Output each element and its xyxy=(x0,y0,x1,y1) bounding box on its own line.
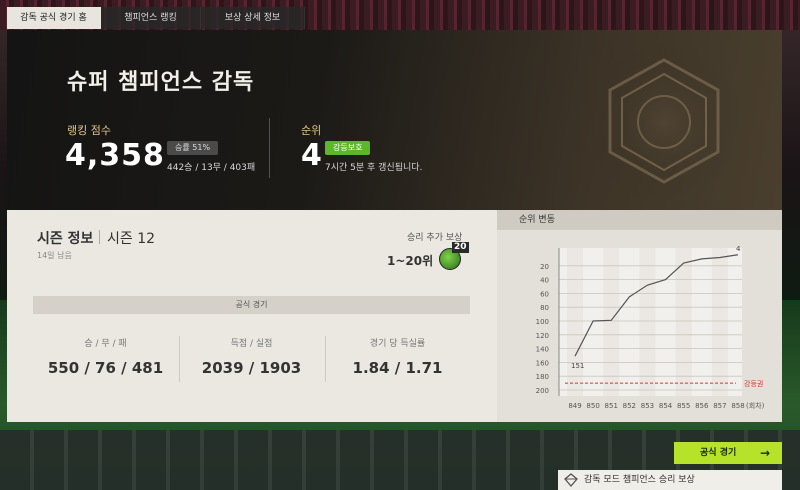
chart-column-band xyxy=(711,248,728,396)
tab-champions-ranking[interactable]: 챔피언스 랭킹 xyxy=(101,7,201,29)
chart-y-tick-label: 80 xyxy=(540,304,549,312)
rank-value: 4 xyxy=(301,138,323,173)
manager-win-reward-link[interactable]: 감독 모드 챔피언스 승리 보상 xyxy=(558,470,782,490)
official-match-button-label: 공식 경기 xyxy=(700,448,737,458)
season-info-title: 시즌 정보 xyxy=(37,231,94,247)
chart-column-band xyxy=(567,248,583,396)
chart-relegation-label: 강등권 xyxy=(744,379,763,388)
chart-y-tick-label: 60 xyxy=(540,290,549,298)
hero-divider xyxy=(269,118,270,178)
rank-change-chart: 20 40 60 80 100 120 140 160 180 200 강등권 849 850 851 85… xyxy=(536,245,765,410)
hero-banner: 슈퍼 챔피언스 감독 랭킹 점수 4,358 승률 51% 442승 / 13무… xyxy=(7,30,782,210)
season-title-divider xyxy=(99,230,100,244)
chart-y-tick-label: 200 xyxy=(536,387,549,395)
chart-x-tick-label: 853 xyxy=(641,402,654,410)
chart-y-tick-label: 20 xyxy=(540,263,549,271)
stat-label: 승 / 무 / 패 xyxy=(84,339,127,349)
rank-label: 순위 xyxy=(301,124,322,137)
chart-x-tick-label: 849 xyxy=(568,402,581,410)
chart-column-band xyxy=(675,248,692,396)
ranking-score-value: 4,358 xyxy=(65,138,165,173)
record-text: 442승 / 13무 / 403패 xyxy=(167,163,256,173)
update-countdown-text: 7시간 5분 후 갱신됩니다. xyxy=(325,163,423,173)
division-title: 슈퍼 챔피언스 감독 xyxy=(67,70,255,95)
chart-x-tick-label: 857 xyxy=(713,402,726,410)
chart-x-tick-label: 854 xyxy=(659,402,673,410)
chart-last-value-label: 4 xyxy=(736,245,741,253)
chart-y-tick-label: 40 xyxy=(540,277,549,285)
tab-reward-details[interactable]: 보상 상세 정보 xyxy=(201,7,305,29)
stat-label: 득점 / 실점 xyxy=(230,339,273,349)
chart-x-tick-label: 852 xyxy=(623,402,636,410)
stat-label: 경기 당 득실률 xyxy=(369,339,426,349)
stat-win-draw-loss: 승 / 무 / 패 550 / 76 / 481 xyxy=(33,336,178,377)
season-name: 시즌 12 xyxy=(107,231,156,247)
chart-x-tick-label: 858 xyxy=(731,402,744,410)
manager-win-reward-label: 감독 모드 챔피언스 승리 보상 xyxy=(584,475,695,485)
stat-value: 550 / 76 / 481 xyxy=(47,359,164,377)
chart-x-tick-label: 850 xyxy=(586,402,599,410)
stat-value: 1.84 / 1.71 xyxy=(352,359,443,377)
season-info-panel: 시즌 정보 시즌 12 14일 남음 승리 추가 보상 1~20위 20 공식 … xyxy=(7,210,497,422)
chart-x-tick-label: 855 xyxy=(677,402,690,410)
season-days-left: 14일 남음 xyxy=(37,251,72,260)
chart-y-tick-label: 120 xyxy=(536,332,549,340)
chart-first-value-label: 151 xyxy=(571,362,584,370)
chart-x-unit-label: (회차) xyxy=(746,401,765,410)
rank-change-title: 순위 변동 xyxy=(497,210,782,230)
rank-change-panel: 순위 변동 20 40 60 80 100 120 140 160 180 200 강등권 849 85… xyxy=(497,210,782,422)
ranking-score-label: 랭킹 점수 xyxy=(67,124,111,137)
win-rate-badge: 승률 51% xyxy=(167,141,219,155)
chart-y-tick-label: 100 xyxy=(536,318,549,326)
tab-manager-home[interactable]: 감독 공식 경기 홈 xyxy=(7,7,101,29)
chart-y-tick-label: 160 xyxy=(536,359,549,367)
tab-bar: 감독 공식 경기 홈 챔피언스 랭킹 보상 상세 정보 xyxy=(7,7,305,29)
chart-x-tick-label: 856 xyxy=(695,402,709,410)
chart-column-band xyxy=(639,248,656,396)
relegation-protection-badge: 강등보호 xyxy=(325,141,371,155)
stat-goals: 득점 / 실점 2039 / 1903 xyxy=(179,336,324,377)
chart-x-tick-label: 851 xyxy=(605,402,618,410)
stat-goal-ratio: 경기 당 득실률 1.84 / 1.71 xyxy=(325,336,470,377)
official-match-section-header: 공식 경기 xyxy=(33,296,470,314)
chart-column-band xyxy=(603,248,620,396)
win-reward-range: 1~20위 xyxy=(387,254,434,268)
stat-value: 2039 / 1903 xyxy=(201,359,302,377)
chart-y-tick-label: 140 xyxy=(536,346,549,354)
trophy-diamond-icon xyxy=(564,473,578,487)
chart-y-tick-label: 180 xyxy=(536,373,549,381)
division-emblem-icon xyxy=(584,42,744,202)
official-match-button[interactable]: 공식 경기 → xyxy=(674,442,782,464)
arrow-right-icon: → xyxy=(759,446,770,460)
reward-count-badge: 20 xyxy=(452,242,469,253)
